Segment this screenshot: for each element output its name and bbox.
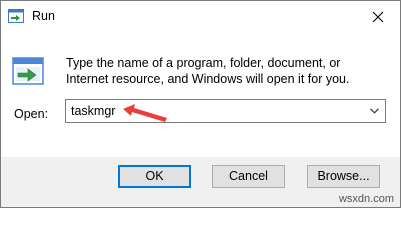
browse-button[interactable]: Browse... <box>307 165 380 188</box>
open-label: Open: <box>14 107 49 121</box>
ok-button[interactable]: OK <box>118 165 191 188</box>
run-icon <box>12 57 44 85</box>
dropdown-button[interactable] <box>366 100 382 122</box>
open-combobox[interactable]: taskmgr <box>65 99 386 123</box>
open-input[interactable]: taskmgr <box>71 104 115 118</box>
annotation-arrow <box>123 104 167 122</box>
button-bar: OK Cancel Browse... wsxdn.com <box>1 157 400 207</box>
run-dialog: Run Type the name of a program, folder, … <box>0 0 401 208</box>
description-text: Type the name of a program, folder, docu… <box>66 56 350 86</box>
close-button[interactable] <box>358 1 398 32</box>
dialog-content: Type the name of a program, folder, docu… <box>1 32 400 157</box>
chevron-down-icon <box>369 108 379 114</box>
close-icon <box>372 11 384 22</box>
title-bar[interactable]: Run <box>1 1 400 32</box>
watermark: wsxdn.com <box>338 193 394 205</box>
run-app-icon <box>8 9 24 23</box>
cancel-button[interactable]: Cancel <box>212 165 285 188</box>
window-title: Run <box>32 9 55 23</box>
